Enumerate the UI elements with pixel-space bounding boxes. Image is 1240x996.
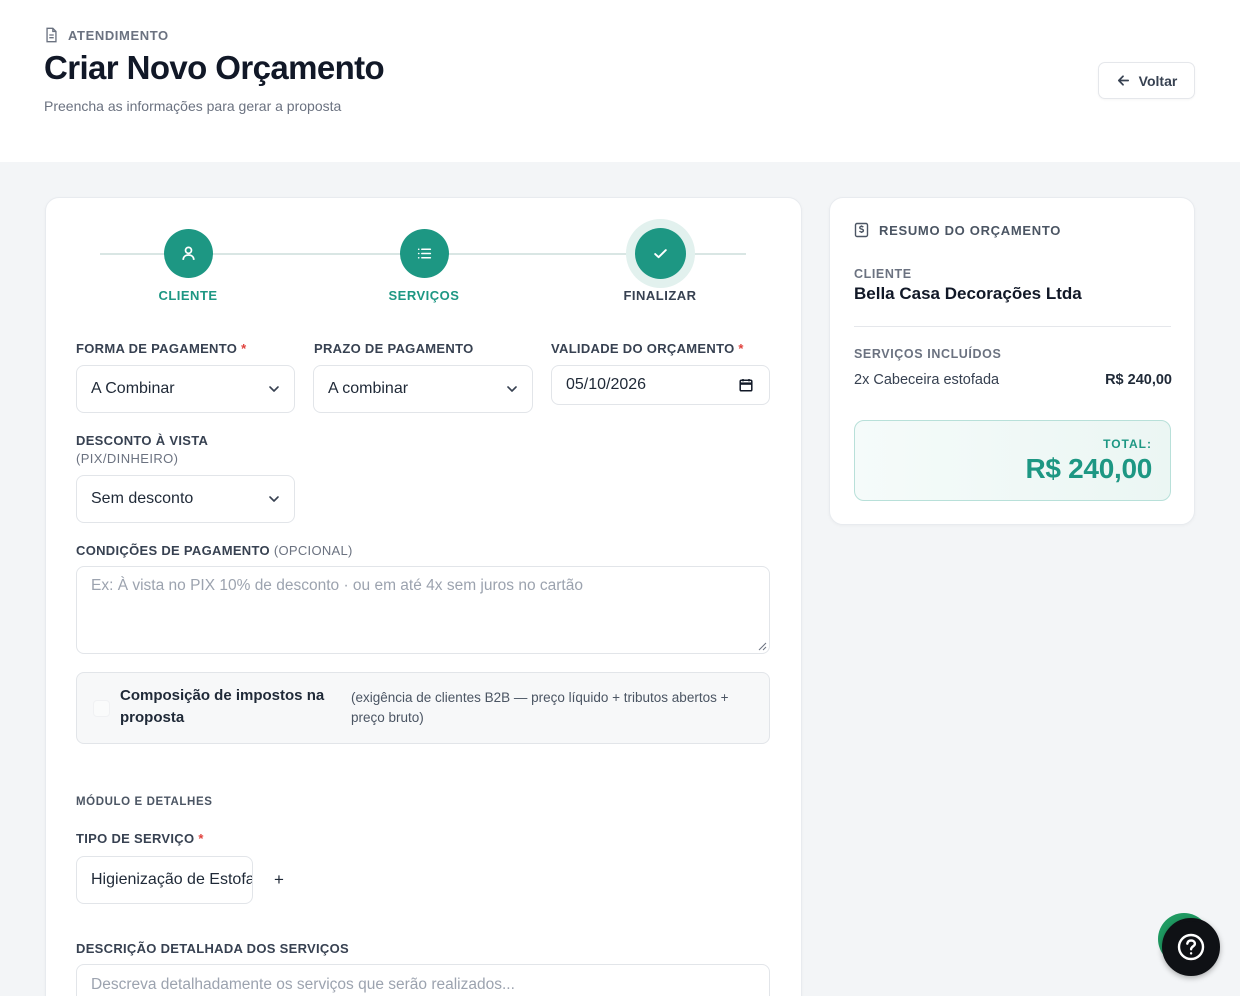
required-mark: * (198, 831, 204, 846)
page-title: Criar Novo Orçamento (44, 49, 385, 86)
chevron-down-icon (269, 496, 279, 502)
step-cliente-label: CLIENTE (158, 288, 218, 303)
list-icon (417, 248, 431, 259)
step-finalizar-label: FINALIZAR (623, 288, 697, 303)
service-type-value: Higienização de Estofados (91, 871, 252, 888)
user-icon (181, 246, 195, 260)
step-servicos-label: SERVIÇOS (388, 288, 460, 303)
back-button[interactable]: Voltar (1098, 62, 1195, 99)
conditions-placeholder: Ex: À vista no PIX 10% de desconto · ou … (91, 577, 583, 594)
payment-method-value: A Combinar (91, 380, 175, 397)
payment-term-value: A combinar (328, 380, 409, 397)
dollar-document-icon (854, 222, 869, 238)
chevron-down-icon (507, 386, 517, 392)
check-icon (653, 249, 667, 259)
service-type-label: TIPO DE SERVIÇO * (76, 831, 204, 846)
arrow-left-icon (1117, 75, 1129, 86)
validity-label-text: VALIDADE DO ORÇAMENTO (551, 341, 735, 356)
summary-service-name: 2x Cabeceira estofada (854, 372, 1000, 388)
conditions-textarea[interactable]: Ex: À vista no PIX 10% de desconto · ou … (76, 566, 770, 654)
summary-divider (854, 326, 1171, 327)
payment-term-label: PRAZO DE PAGAMENTO (314, 341, 474, 356)
step-servicos[interactable]: SERVIÇOS (354, 229, 494, 303)
document-icon (46, 27, 57, 43)
payment-method-label-text: FORMA DE PAGAMENTO (76, 341, 238, 356)
payment-method-select[interactable]: A Combinar (76, 365, 295, 413)
validity-label: VALIDADE DO ORÇAMENTO * (551, 341, 744, 356)
service-type-select[interactable]: Higienização de Estofados (76, 856, 253, 904)
description-placeholder: Descreva detalhadamente os serviços que … (91, 976, 515, 993)
description-label: DESCRIÇÃO DETALHADA DOS SERVIÇOS (76, 941, 349, 956)
step-cliente-circle (163, 229, 213, 278)
chevron-down-icon (269, 386, 279, 392)
total-label: TOTAL: (1103, 437, 1152, 451)
help-icon (1177, 933, 1205, 961)
step-cliente[interactable]: CLIENTE (118, 229, 258, 303)
optional-mark: (OPCIONAL) (273, 543, 353, 558)
cash-discount-select[interactable]: Sem desconto (76, 475, 295, 523)
summary-title: RESUMO DO ORÇAMENTO (854, 222, 1061, 238)
help-button[interactable] (1162, 918, 1220, 976)
description-textarea[interactable]: Descreva detalhadamente os serviços que … (76, 964, 770, 996)
add-service-button[interactable]: + (268, 868, 290, 892)
tax-composition-title: Composição de impostos na proposta (120, 687, 325, 726)
breadcrumb: ATENDIMENTO (44, 27, 169, 43)
summary-client-name: Bella Casa Decorações Ltda (854, 284, 1082, 303)
tax-composition-option[interactable]: Composição de impostos na proposta (exig… (76, 672, 770, 744)
tax-composition-checkbox[interactable] (93, 700, 110, 717)
summary-service-price: R$ 240,00 (1105, 372, 1172, 388)
conditions-label: CONDIÇÕES DE PAGAMENTO (OPCIONAL) (76, 543, 353, 558)
page-subtitle: Preencha as informações para gerar a pro… (44, 98, 342, 114)
summary-title-text: RESUMO DO ORÇAMENTO (879, 222, 1062, 238)
required-mark: * (241, 341, 247, 356)
service-type-label-text: TIPO DE SERVIÇO (76, 831, 195, 846)
validity-value: 05/10/2026 (566, 376, 647, 393)
cash-discount-label: DESCONTO À VISTA (76, 433, 209, 448)
cash-discount-sublabel: (PIX/DINHEIRO) (76, 451, 179, 466)
breadcrumb-label: ATENDIMENTO (68, 27, 169, 43)
summary-client-label: CLIENTE (854, 267, 912, 281)
conditions-label-text: CONDIÇÕES DE PAGAMENTO (76, 543, 270, 558)
back-button-label: Voltar (1138, 72, 1178, 89)
payment-method-label: FORMA DE PAGAMENTO * (76, 341, 246, 356)
page-header: ATENDIMENTO Criar Novo Orçamento Preench… (0, 0, 1240, 162)
tax-composition-note: (exigência de clientes B2B — preço líqui… (351, 690, 729, 725)
summary-total-box: TOTAL: R$ 240,00 (854, 420, 1171, 501)
calendar-icon[interactable] (739, 378, 753, 392)
module-section-title: MÓDULO E DETALHES (76, 796, 213, 808)
resize-handle-icon[interactable] (758, 642, 767, 651)
required-mark: * (738, 341, 744, 356)
validity-date-input[interactable]: 05/10/2026 (551, 365, 770, 405)
payment-term-select[interactable]: A combinar (313, 365, 533, 413)
step-servicos-circle (399, 229, 449, 278)
cash-discount-value: Sem desconto (91, 490, 194, 507)
total-value: R$ 240,00 (1025, 453, 1152, 484)
summary-services-label: SERVIÇOS INCLUÍDOS (854, 347, 1002, 361)
step-finalizar-circle (634, 228, 686, 279)
step-finalizar[interactable]: FINALIZAR (590, 228, 730, 303)
